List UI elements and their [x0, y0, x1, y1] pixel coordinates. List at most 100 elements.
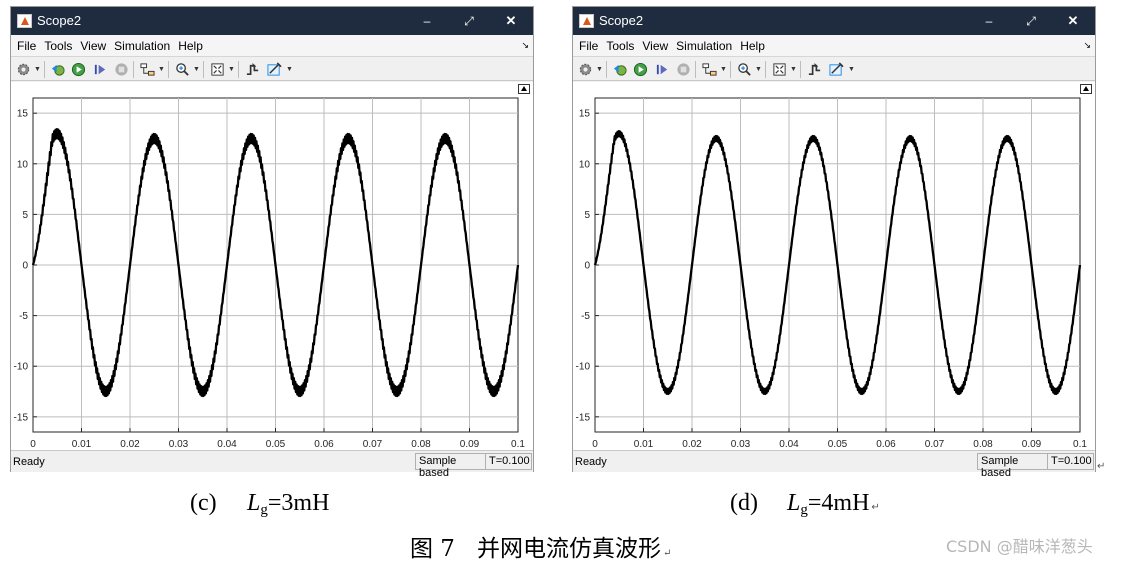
caption-label: (d) — [730, 490, 758, 516]
toolbar-separator — [730, 61, 731, 78]
x-tick-label: 0.07 — [925, 439, 945, 450]
highlight-dropdown-icon[interactable]: ▼ — [158, 66, 165, 73]
x-tick-label: 0.05 — [828, 439, 848, 450]
menu-view[interactable]: View — [77, 39, 109, 53]
x-tick-label: 0.04 — [779, 439, 799, 450]
restore-simulation-icon[interactable] — [613, 62, 628, 77]
triggers-icon[interactable] — [807, 62, 822, 77]
title-bar[interactable]: Scope2 ‒ ⤢ ✕ — [573, 7, 1095, 35]
menu-help[interactable]: Help — [737, 39, 768, 53]
restore-simulation-icon[interactable] — [51, 62, 66, 77]
menu-help[interactable]: Help — [175, 39, 206, 53]
cursor-measurements-icon[interactable] — [267, 62, 282, 77]
x-tick-label: 0.04 — [217, 439, 237, 450]
caption-value: =3mH — [267, 490, 330, 516]
restore-button[interactable]: ⤢ — [459, 11, 479, 31]
highlight-simulink-block-icon[interactable] — [702, 62, 717, 77]
x-tick-label: 0.03 — [731, 439, 751, 450]
fit-dropdown-icon[interactable]: ▼ — [790, 66, 797, 73]
cursor-measurements-icon[interactable] — [829, 62, 844, 77]
window-title: Scope2 — [37, 13, 82, 28]
minimize-button[interactable]: ‒ — [979, 11, 999, 31]
caption-label: (c) — [190, 490, 217, 516]
title-bar[interactable]: Scope2 ‒ ⤢ ✕ — [11, 7, 533, 35]
measurements-dropdown-icon[interactable]: ▼ — [286, 66, 293, 73]
highlight-simulink-block-icon[interactable] — [140, 62, 155, 77]
x-tick-label: 0.09 — [460, 439, 480, 450]
collapse-menu-icon[interactable]: ↘ — [1083, 40, 1091, 51]
zoom-dropdown-icon[interactable]: ▼ — [193, 66, 200, 73]
x-tick-label: 0.02 — [682, 439, 702, 450]
figure-title: 并网电流仿真波形 — [476, 536, 661, 562]
fit-to-view-icon[interactable] — [772, 62, 787, 77]
fit-to-view-icon[interactable] — [210, 62, 225, 77]
step-forward-icon[interactable] — [93, 62, 108, 77]
figure-caption: 图 7 并网电流仿真波形 ↵ — [410, 529, 671, 562]
x-tick-label: 0.1 — [1073, 439, 1087, 450]
step-forward-icon[interactable] — [655, 62, 670, 77]
gear-icon[interactable] — [16, 62, 31, 77]
subfigure-caption-c: (c) Lg=3mH — [190, 490, 330, 518]
menu-tools[interactable]: Tools — [603, 39, 637, 53]
menu-bar: File Tools View Simulation Help ↘ — [11, 35, 533, 56]
gear-dropdown-icon[interactable]: ▼ — [596, 66, 603, 73]
gear-icon[interactable] — [578, 62, 593, 77]
toolbar-separator — [203, 61, 204, 78]
collapse-menu-icon[interactable]: ↘ — [521, 40, 529, 51]
caption-subscript: g — [260, 502, 268, 518]
y-tick-label: 5 — [584, 210, 590, 221]
menu-file[interactable]: File — [576, 39, 601, 53]
x-tick-label: 0.08 — [973, 439, 993, 450]
triggers-icon[interactable] — [245, 62, 260, 77]
caption-value: =4mH — [807, 490, 870, 516]
run-icon[interactable] — [71, 62, 86, 77]
zoom-in-icon[interactable] — [737, 62, 752, 77]
minimize-button[interactable]: ‒ — [417, 11, 437, 31]
toolbar: ▼ ▼ ▼ ▼ ▼ — [573, 56, 1095, 81]
status-ready: Ready — [575, 456, 607, 468]
y-tick-label: 5 — [22, 210, 28, 221]
zoom-dropdown-icon[interactable]: ▼ — [755, 66, 762, 73]
status-sample-based: Sample based — [977, 453, 1048, 479]
menu-simulation[interactable]: Simulation — [111, 39, 173, 53]
zoom-in-icon[interactable] — [175, 62, 190, 77]
menu-tools[interactable]: Tools — [41, 39, 75, 53]
y-tick-label: 0 — [584, 261, 590, 272]
status-bar: Ready Sample based T=0.100 — [573, 450, 1095, 479]
y-tick-label: -15 — [576, 412, 591, 423]
plot-area[interactable]: 0 0.01 0.02 0.03 0.04 0.05 0.06 0.07 0.08 0.09 0.1… — [11, 82, 533, 450]
status-simulation-time: T=0.100 — [485, 453, 532, 470]
menu-bar: File Tools View Simulation Help ↘ — [573, 35, 1095, 56]
gear-dropdown-icon[interactable]: ▼ — [34, 66, 41, 73]
scope-chart[interactable]: 0 0.01 0.02 0.03 0.04 0.05 0.06 0.07 0.08 0.09 0.1… — [11, 82, 533, 450]
matlab-icon — [579, 14, 594, 28]
close-button[interactable]: ✕ — [1063, 11, 1083, 31]
measurements-dropdown-icon[interactable]: ▼ — [848, 66, 855, 73]
menu-view[interactable]: View — [639, 39, 671, 53]
subfigure-caption-d: (d) Lg=4mH ↵ — [730, 490, 880, 518]
x-tick-label: 0.1 — [511, 439, 525, 450]
stop-icon[interactable] — [676, 62, 691, 77]
y-tick-label: -5 — [19, 311, 28, 322]
scope-chart[interactable]: 0 0.01 0.02 0.03 0.04 0.05 0.06 0.07 0.08 0.09 0.1… — [573, 82, 1095, 450]
menu-simulation[interactable]: Simulation — [673, 39, 735, 53]
run-icon[interactable] — [633, 62, 648, 77]
matlab-icon — [17, 14, 32, 28]
undock-icon[interactable] — [1080, 84, 1092, 94]
fit-dropdown-icon[interactable]: ▼ — [228, 66, 235, 73]
menu-file[interactable]: File — [14, 39, 39, 53]
plot-area[interactable]: 0 0.01 0.02 0.03 0.04 0.05 0.06 0.07 0.08 0.09 0.1… — [573, 82, 1095, 450]
x-tick-label: 0.08 — [411, 439, 431, 450]
x-tick-label: 0.01 — [634, 439, 654, 450]
toolbar-separator — [44, 61, 45, 78]
restore-button[interactable]: ⤢ — [1021, 11, 1041, 31]
highlight-dropdown-icon[interactable]: ▼ — [720, 66, 727, 73]
close-button[interactable]: ✕ — [501, 11, 521, 31]
undock-icon[interactable] — [518, 84, 530, 94]
window-title: Scope2 — [599, 13, 644, 28]
axes: 0 0.01 0.02 0.03 0.04 0.05 0.06 0.07 0.08 0.09 0.1… — [14, 97, 525, 450]
x-tick-label: 0.06 — [314, 439, 334, 450]
x-tick-label: 0.05 — [266, 439, 286, 450]
stop-icon[interactable] — [114, 62, 129, 77]
paragraph-return-mark: ↵ — [662, 548, 672, 559]
